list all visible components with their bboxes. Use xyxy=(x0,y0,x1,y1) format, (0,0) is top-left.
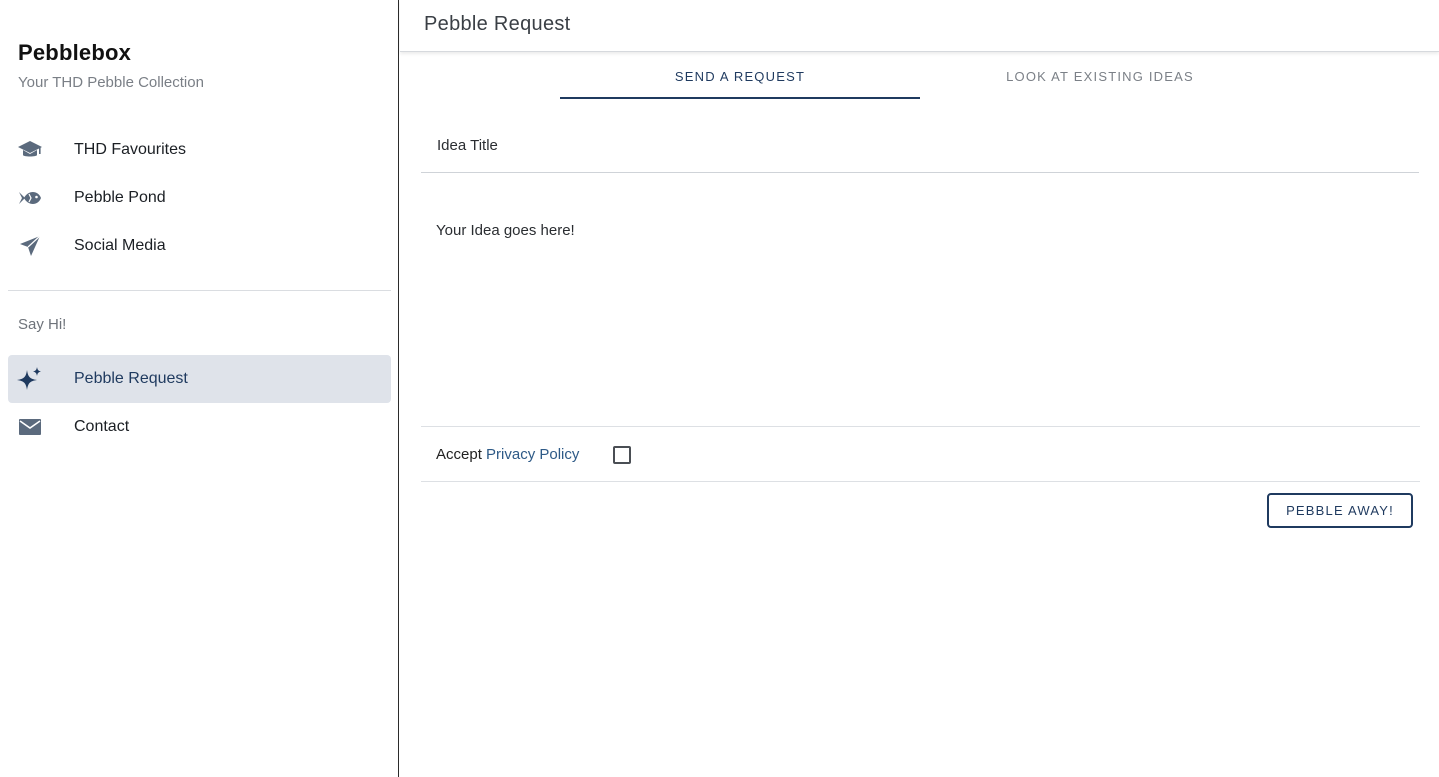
idea-title-input[interactable] xyxy=(421,118,1419,172)
sidebar-divider xyxy=(8,290,391,291)
sidebar-item-contact[interactable]: Contact xyxy=(8,403,391,451)
privacy-label: Accept Privacy Policy xyxy=(436,446,579,463)
tab-send-a-request[interactable]: SEND A REQUEST xyxy=(560,52,920,100)
privacy-prefix: Accept xyxy=(436,446,487,463)
brand-title: Pebblebox xyxy=(18,40,132,65)
sidebar-item-label: Pebble Request xyxy=(74,370,188,387)
idea-body-textarea[interactable] xyxy=(421,208,1420,426)
sidebar-item-label: Social Media xyxy=(74,237,166,254)
main-content: Pebble Request SEND A REQUEST LOOK AT EX… xyxy=(400,0,1439,777)
sidebar-item-label: Pebble Pond xyxy=(74,189,166,206)
section-label: Say Hi! xyxy=(18,316,67,333)
graduation-cap-icon xyxy=(17,138,43,162)
idea-title-field xyxy=(421,118,1419,173)
brand-subtitle: Your THD Pebble Collection xyxy=(18,74,204,91)
sidebar-item-label: THD Favourites xyxy=(74,141,187,158)
sidebar: Pebblebox Your THD Pebble Collection THD… xyxy=(0,0,399,777)
sidebar-item-label: Contact xyxy=(74,418,130,435)
tab-look-at-existing-ideas[interactable]: LOOK AT EXISTING IDEAS xyxy=(920,52,1280,100)
pebble-away-button[interactable]: PEBBLE AWAY! xyxy=(1267,493,1413,528)
top-bar: Pebble Request xyxy=(400,0,1439,52)
privacy-checkbox[interactable] xyxy=(613,446,631,464)
envelope-icon xyxy=(17,415,43,439)
sparkles-icon xyxy=(17,367,43,391)
paper-plane-icon xyxy=(17,234,43,258)
privacy-policy-link[interactable]: Privacy Policy xyxy=(486,446,579,463)
sidebar-item-pebble-pond[interactable]: Pebble Pond xyxy=(8,174,391,222)
fish-icon xyxy=(17,186,43,210)
sidebar-item-social-media[interactable]: Social Media xyxy=(8,222,391,270)
idea-body-field xyxy=(421,208,1420,427)
sidebar-item-pebble-request[interactable]: Pebble Request xyxy=(8,355,391,403)
privacy-row: Accept Privacy Policy xyxy=(421,428,1420,482)
sidebar-item-thd-favourites[interactable]: THD Favourites xyxy=(8,126,391,174)
page-title: Pebble Request xyxy=(424,13,571,35)
active-tab-indicator xyxy=(560,97,920,99)
